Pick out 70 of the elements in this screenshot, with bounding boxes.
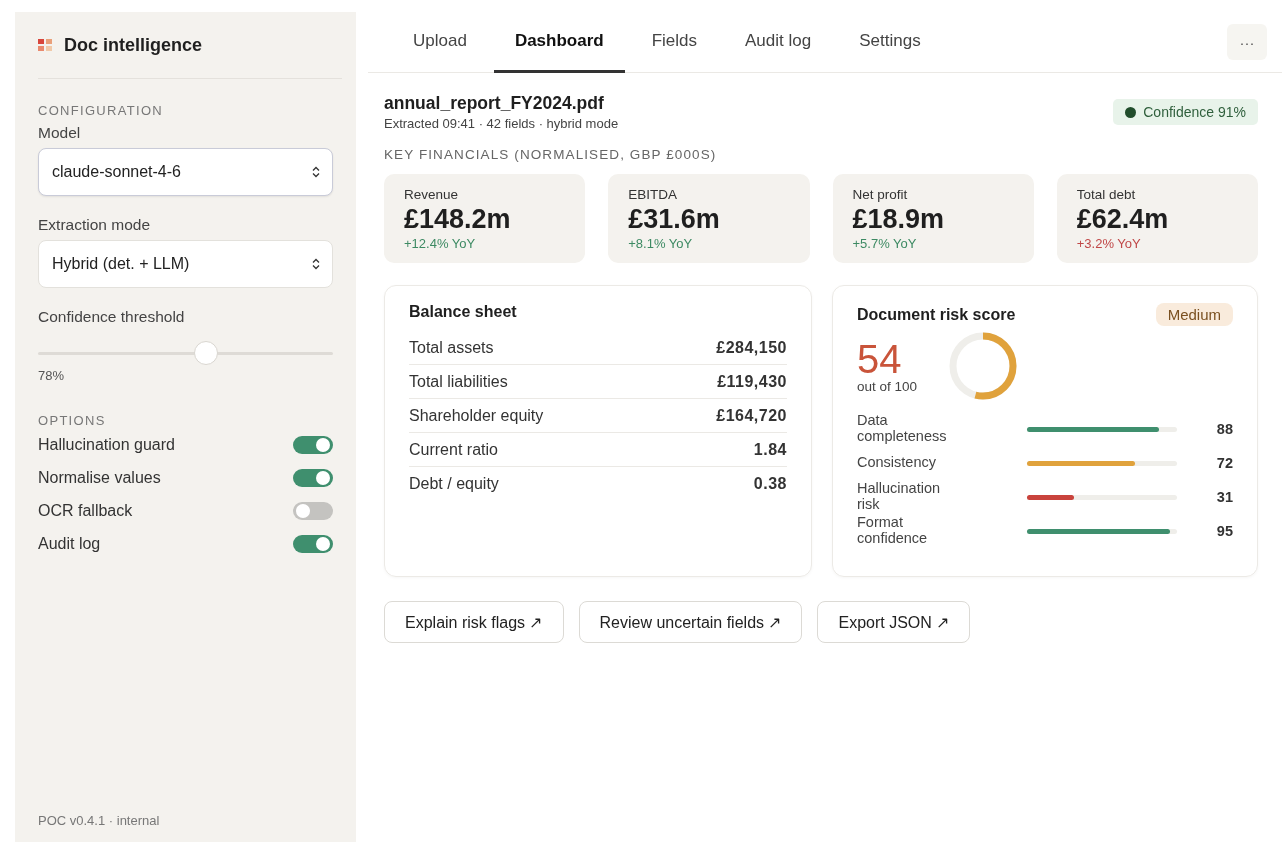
factor-value: 72 [1215, 455, 1233, 471]
toggle-switch[interactable] [293, 435, 333, 454]
option-label: Hallucination guard [38, 435, 175, 454]
action-button[interactable]: Export JSON ↗ [817, 601, 971, 643]
factor-value: 95 [1215, 523, 1233, 539]
tab[interactable]: Fields [630, 12, 719, 73]
metric-label: Net profit [852, 187, 908, 202]
more-button[interactable]: ··· [1227, 24, 1267, 60]
row-value: £164,720 [716, 406, 787, 425]
toggle-switch[interactable] [293, 501, 333, 520]
metric-label: EBITDA [628, 187, 677, 202]
panel-title: Balance sheet [409, 303, 518, 321]
option-label: OCR fallback [38, 501, 133, 520]
row-label: Current ratio [409, 440, 498, 459]
risk-badge: Medium [1155, 303, 1233, 326]
mode-select[interactable]: Hybrid (det. + LLM) [38, 240, 333, 288]
document-filename: annual_report_FY2024.pdf [384, 93, 605, 114]
action-button[interactable]: Explain risk flags ↗ [384, 601, 564, 643]
option-label: Audit log [38, 534, 101, 553]
field-label: Extraction mode [38, 216, 151, 234]
model-select[interactable]: claude-sonnet-4-6 [38, 148, 333, 196]
row-label: Debt / equity [409, 474, 499, 493]
metric-value: £148.2m [404, 204, 511, 235]
row-label: Total liabilities [409, 372, 508, 391]
chevron-icon [312, 166, 320, 178]
chevron-icon [312, 258, 320, 270]
metric-change: +12.4% YoY [404, 236, 476, 251]
version-text: POC v0.4.1 · internal [38, 813, 161, 828]
row-value: 1.84 [753, 440, 787, 459]
factor-label: Consistency [857, 455, 937, 471]
factor-label: Data completeness [857, 413, 948, 445]
metric-change: +8.1% YoY [628, 236, 693, 251]
risk-score: 54 [857, 338, 903, 379]
panel-title: Document risk score [857, 305, 1016, 324]
factor-label: Hallucination risk [857, 481, 942, 513]
metric-value: £31.6m [628, 204, 720, 235]
document-meta: Extracted 09:41 · 42 fields · hybrid mode [384, 116, 619, 131]
score-caption: out of 100 [857, 378, 918, 394]
row-value: £284,150 [716, 338, 787, 357]
metric-value: £18.9m [852, 204, 945, 235]
field-label: Confidence threshold [38, 308, 186, 326]
row-label: Total assets [409, 338, 494, 357]
factor-value: 88 [1215, 421, 1233, 437]
app-title: Doc intelligence [64, 34, 203, 56]
option-label: Normalise values [38, 468, 161, 487]
metric-label: Revenue [404, 187, 459, 202]
metric-value: £62.4m [1076, 204, 1169, 235]
tab[interactable]: Audit log [724, 12, 833, 73]
slider-thumb[interactable] [194, 341, 219, 365]
toggle-switch[interactable] [293, 534, 333, 553]
logo-icon [38, 39, 52, 51]
row-value: £119,430 [717, 372, 787, 391]
section-heading: OPTIONS [38, 413, 107, 428]
metric-change: +5.7% YoY [852, 236, 917, 251]
tab[interactable]: Dashboard [493, 12, 625, 73]
row-label: Shareholder equity [409, 406, 544, 425]
metric-label: Total debt [1076, 187, 1136, 202]
metric-change: +3.2% YoY [1076, 236, 1141, 251]
factor-label: Format confidence [857, 515, 929, 547]
toggle-switch[interactable] [293, 468, 333, 487]
slider-reading: 78% [38, 368, 66, 383]
tab[interactable]: Upload [392, 12, 488, 73]
section-heading: CONFIGURATION [38, 103, 164, 118]
row-value: 0.38 [753, 474, 787, 493]
field-label: Model [38, 124, 82, 142]
confidence-badge: Confidence 91% [1113, 99, 1258, 125]
factor-value: 31 [1215, 489, 1233, 505]
action-button[interactable]: Review uncertain fields ↗ [578, 601, 803, 643]
tab[interactable]: Settings [838, 12, 942, 73]
section-heading: KEY FINANCIALS (NORMALISED, GBP £000S) [384, 147, 718, 162]
